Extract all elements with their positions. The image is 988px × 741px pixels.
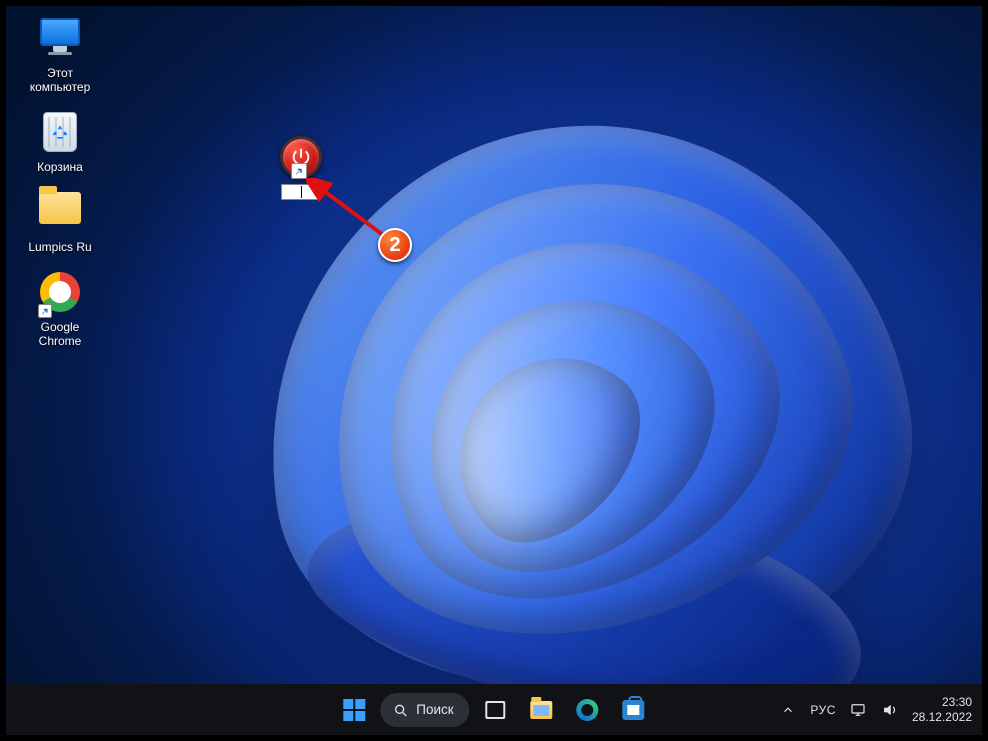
network-button[interactable] <box>848 700 868 720</box>
speaker-icon <box>881 701 899 719</box>
system-tray: РУС 23:30 28.12.2022 <box>778 695 972 725</box>
desktop-icon-column: Этот компьютер Корзина Lumpics Ru Google… <box>22 18 102 366</box>
taskbar: Поиск РУС 23:30 28.12.2022 <box>6 684 982 735</box>
desktop-icon-lumpics-folder[interactable]: Lumpics Ru <box>22 192 98 254</box>
this-pc-icon <box>38 18 82 62</box>
start-button[interactable] <box>334 690 374 730</box>
store-icon <box>623 700 645 720</box>
task-view-icon <box>486 701 506 719</box>
volume-button[interactable] <box>880 700 900 720</box>
desktop-icon-label: Google Chrome <box>22 320 98 348</box>
file-explorer-button[interactable] <box>522 690 562 730</box>
edge-button[interactable] <box>568 690 608 730</box>
desktop-icon-label: Корзина <box>22 160 98 174</box>
windows-logo-icon <box>343 699 365 721</box>
taskbar-center-group: Поиск <box>334 690 653 730</box>
rename-input[interactable] <box>281 184 321 200</box>
taskbar-search-label: Поиск <box>416 702 453 717</box>
desktop-icon-recycle-bin[interactable]: Корзина <box>22 112 98 174</box>
desktop[interactable]: Этот компьютер Корзина Lumpics Ru Google… <box>6 6 982 684</box>
shortcut-arrow-icon <box>38 304 52 318</box>
folder-icon <box>38 192 82 236</box>
task-view-button[interactable] <box>476 690 516 730</box>
clock-time: 23:30 <box>912 695 972 710</box>
network-icon <box>849 701 867 719</box>
desktop-icon-label: Lumpics Ru <box>22 240 98 254</box>
desktop-icon-google-chrome[interactable]: Google Chrome <box>22 272 98 348</box>
microsoft-store-button[interactable] <box>614 690 654 730</box>
desktop-icon-shutdown-shortcut[interactable] <box>271 136 331 200</box>
recycle-bin-icon <box>38 112 82 156</box>
chevron-up-icon <box>781 703 795 717</box>
shortcut-arrow-icon <box>291 163 307 179</box>
desktop-icon-this-pc[interactable]: Этот компьютер <box>22 18 98 94</box>
power-icon <box>280 136 322 178</box>
chrome-icon <box>38 272 82 316</box>
tray-overflow-button[interactable] <box>778 700 798 720</box>
search-icon <box>392 702 408 718</box>
edge-icon <box>577 699 599 721</box>
taskbar-search[interactable]: Поиск <box>380 693 469 727</box>
language-indicator[interactable]: РУС <box>810 703 836 717</box>
taskbar-clock[interactable]: 23:30 28.12.2022 <box>912 695 972 725</box>
clock-date: 28.12.2022 <box>912 710 972 725</box>
desktop-icon-label: Этот компьютер <box>22 66 98 94</box>
file-explorer-icon <box>531 701 553 719</box>
